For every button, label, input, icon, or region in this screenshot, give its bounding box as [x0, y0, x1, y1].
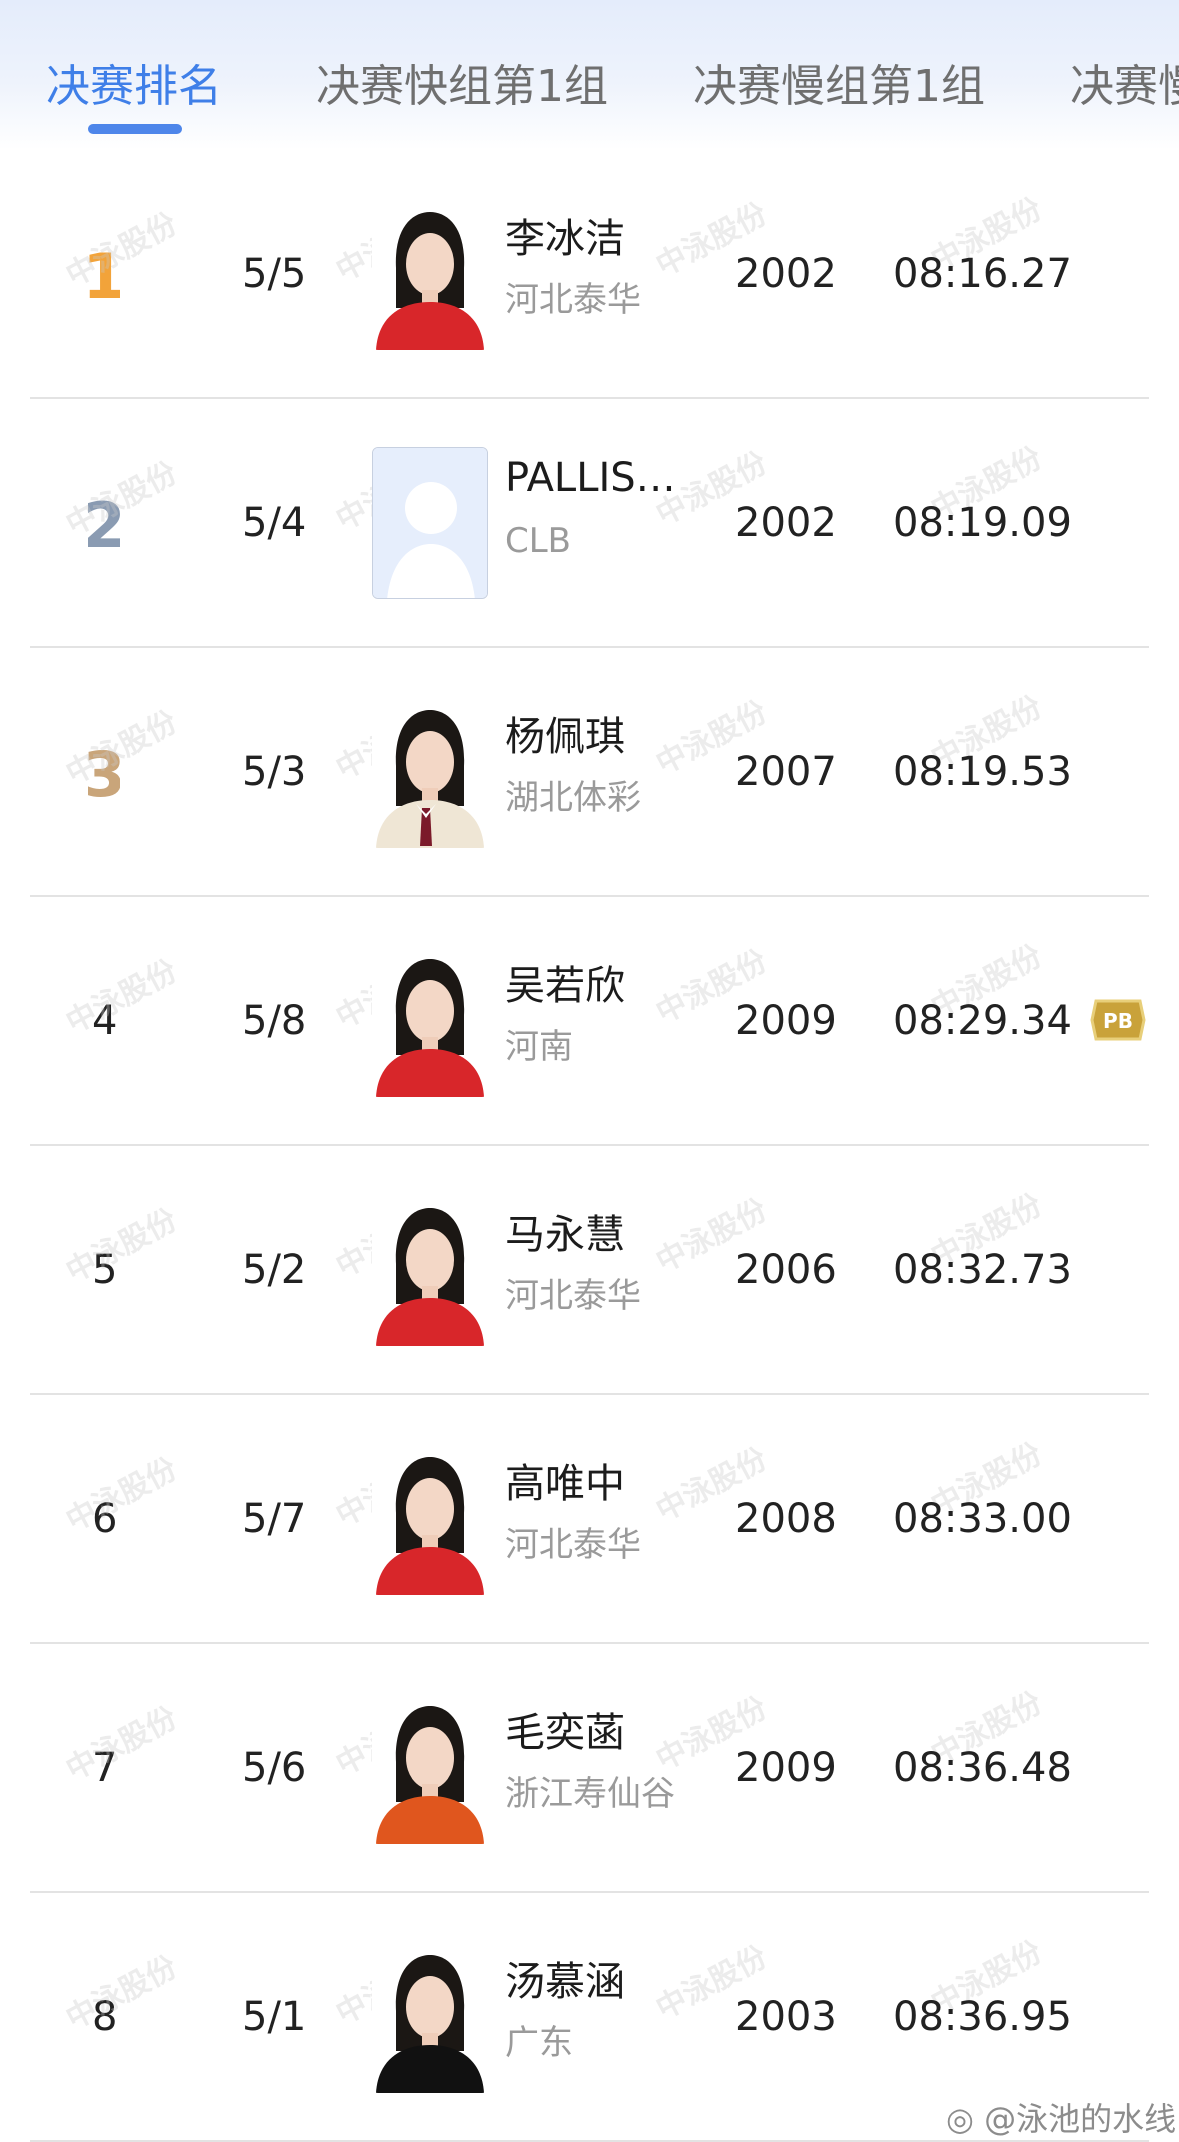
lane: 5/8 — [242, 998, 307, 1044]
result-row[interactable]: 5中泳股份中泳股份中泳股份中泳股份5/2马永慧河北泰华200608:32.73 — [0, 1146, 1179, 1395]
result-time: 08:19.09 — [893, 500, 1072, 546]
rank: 5 — [92, 1247, 118, 1293]
lane: 5/7 — [242, 1496, 307, 1542]
svg-text:3: 3 — [88, 740, 120, 804]
watermark-logo: 中泳股份 — [60, 1202, 183, 1290]
result-row[interactable]: 2中泳股份中泳股份中泳股份中泳股份5/4PALLIS…CLB200208:19.… — [0, 399, 1179, 648]
athlete-avatar[interactable] — [372, 1194, 488, 1346]
athlete-team: 湖北体彩 — [505, 778, 641, 818]
athlete-name: PALLIS… — [505, 455, 676, 501]
result-time: 08:16.27 — [893, 251, 1072, 297]
lane: 5/4 — [242, 500, 307, 546]
athlete-name: 高唯中 — [505, 1461, 625, 1507]
athlete-name: 汤慕涵 — [505, 1959, 625, 2005]
athlete-team: 河南 — [505, 1027, 573, 1067]
athlete-team: CLB — [505, 521, 572, 561]
watermark-logo: 中泳股份 — [60, 953, 183, 1041]
personal-best-badge: PB — [1090, 997, 1146, 1043]
athlete-team: 河北泰华 — [505, 280, 641, 320]
svg-text:1: 1 — [88, 242, 120, 306]
result-row[interactable]: 1中泳股份中泳股份中泳股份中泳股份5/5李冰洁河北泰华200208:16.27 — [0, 150, 1179, 399]
tab-bar: 决赛排名 决赛快组第1组 决赛慢组第1组 决赛慢 — [0, 0, 1179, 150]
lane: 5/2 — [242, 1247, 307, 1293]
watermark-logo: 中泳股份 — [60, 206, 183, 294]
lane: 5/1 — [242, 1994, 307, 2040]
svg-text:PB: PB — [1103, 1009, 1133, 1033]
lane: 5/5 — [242, 251, 307, 297]
result-time: 08:29.34 — [893, 998, 1072, 1044]
birth-year: 2002 — [735, 500, 837, 546]
birth-year: 2002 — [735, 251, 837, 297]
lane: 5/3 — [242, 749, 307, 795]
athlete-avatar[interactable] — [372, 1941, 488, 2093]
birth-year: 2003 — [735, 1994, 837, 2040]
result-row[interactable]: 6中泳股份中泳股份中泳股份中泳股份5/7高唯中河北泰华200808:33.00 — [0, 1395, 1179, 1644]
tab-slow-more[interactable]: 决赛慢 — [1070, 50, 1179, 114]
result-time: 08:19.53 — [893, 749, 1072, 795]
athlete-avatar[interactable] — [372, 447, 488, 599]
watermark-logo: 中泳股份 — [60, 1451, 183, 1539]
athlete-name: 毛奕菡 — [505, 1710, 625, 1756]
result-row[interactable]: 7中泳股份中泳股份中泳股份中泳股份5/6毛奕菡浙江寿仙谷200908:36.48 — [0, 1644, 1179, 1893]
rank: 8 — [92, 1994, 118, 2040]
lane: 5/6 — [242, 1745, 307, 1791]
athlete-avatar[interactable] — [372, 945, 488, 1097]
result-row[interactable]: 3中泳股份中泳股份中泳股份中泳股份5/3杨佩琪湖北体彩200708:19.53 — [0, 648, 1179, 897]
tab-final-ranking[interactable]: 决赛排名 — [46, 50, 222, 114]
athlete-avatar[interactable] — [372, 198, 488, 350]
weibo-handle: @泳池的水线 — [984, 2100, 1177, 2138]
rank: 4 — [92, 998, 118, 1044]
watermark-logo: 中泳股份 — [60, 1700, 183, 1788]
rank: 7 — [92, 1745, 118, 1791]
watermark-logo: 中泳股份 — [60, 1949, 183, 2037]
silver-medal-icon: 2 — [82, 489, 125, 562]
birth-year: 2009 — [735, 1745, 837, 1791]
tab-fast-heat-1[interactable]: 决赛快组第1组 — [316, 50, 608, 114]
rank: 6 — [92, 1496, 118, 1542]
active-tab-indicator — [88, 124, 182, 134]
athlete-name: 杨佩琪 — [505, 714, 625, 760]
result-time: 08:33.00 — [893, 1496, 1072, 1542]
tab-slow-heat-1[interactable]: 决赛慢组第1组 — [693, 50, 985, 114]
weibo-icon: ◎ — [946, 2100, 974, 2138]
athlete-team: 广东 — [505, 2023, 573, 2063]
birth-year: 2006 — [735, 1247, 837, 1293]
athlete-team: 河北泰华 — [505, 1525, 641, 1565]
gold-medal-icon: 1 — [82, 240, 125, 313]
weibo-watermark: ◎ @泳池的水线 — [946, 2094, 1176, 2140]
athlete-avatar[interactable] — [372, 1443, 488, 1595]
athlete-name: 李冰洁 — [505, 216, 625, 262]
result-row[interactable]: 4中泳股份中泳股份中泳股份中泳股份5/8吴若欣河南200908:29.34PB — [0, 897, 1179, 1146]
athlete-name: 马永慧 — [505, 1212, 625, 1258]
watermark-logo: 中泳股份 — [60, 704, 183, 792]
athlete-name: 吴若欣 — [505, 963, 625, 1009]
athlete-team: 浙江寿仙谷 — [505, 1774, 675, 1814]
birth-year: 2007 — [735, 749, 837, 795]
athlete-avatar[interactable] — [372, 696, 488, 848]
watermark-logo: 中泳股份 — [60, 455, 183, 543]
result-time: 08:36.48 — [893, 1745, 1072, 1791]
bronze-medal-icon: 3 — [82, 738, 125, 811]
birth-year: 2008 — [735, 1496, 837, 1542]
athlete-team: 河北泰华 — [505, 1276, 641, 1316]
result-time: 08:32.73 — [893, 1247, 1072, 1293]
birth-year: 2009 — [735, 998, 837, 1044]
svg-text:2: 2 — [88, 491, 120, 555]
athlete-avatar[interactable] — [372, 1692, 488, 1844]
